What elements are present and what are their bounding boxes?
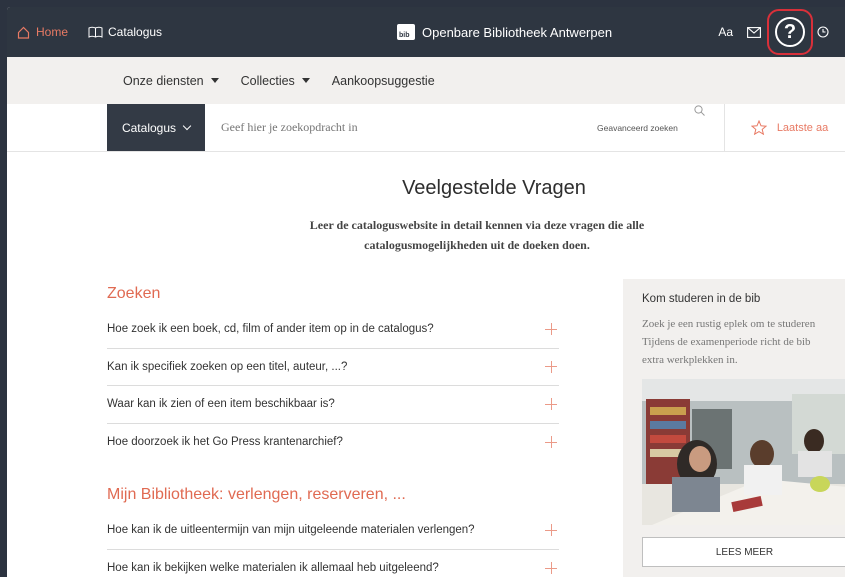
- advanced-search-link[interactable]: Geavanceerd zoeken: [597, 104, 678, 151]
- home-icon: [16, 25, 30, 39]
- library-logo-icon: bib: [397, 24, 415, 40]
- section-heading: Mijn Bibliotheek: verlengen, reserveren,…: [107, 486, 406, 503]
- nav-item-collecties[interactable]: Collecties: [241, 74, 310, 88]
- nav-item-aankoopsuggestie[interactable]: Aankoopsuggestie: [332, 74, 435, 88]
- font-size-button[interactable]: Aa: [718, 25, 733, 39]
- browser-page: Home Catalogus bib Openbare Bibliotheek …: [7, 7, 845, 577]
- page-title: Veelgestelde Vragen: [402, 177, 586, 199]
- faq-question[interactable]: Hoe zoek ik een boek, cd, film of ander …: [107, 311, 559, 349]
- promo-title: Kom studeren in de bib: [642, 293, 761, 305]
- faq-question[interactable]: Hoe kan ik bekijken welke materialen ik …: [107, 550, 559, 577]
- nav-item-onze-diensten[interactable]: Onze diensten: [123, 74, 219, 88]
- page-subtitle: Leer de catalogus­website in detail kenn…: [309, 218, 645, 252]
- promo-sidebar: Kom studeren in de bib Zoek je een rusti…: [623, 279, 845, 577]
- divider: [723, 104, 725, 151]
- students-studying-photo: [642, 379, 845, 525]
- catalogus-link[interactable]: Catalogus: [88, 25, 162, 39]
- caret-down-icon: [301, 78, 310, 83]
- search-scope-dropdown[interactable]: Catalogus: [107, 104, 205, 151]
- faq-question[interactable]: Hoe doorzoek ik het Go Press krantenarch…: [107, 424, 559, 462]
- star-icon: [750, 120, 767, 135]
- plus-icon[interactable]: [545, 323, 557, 336]
- site-brand[interactable]: bib Openbare Bibliotheek Antwerpen: [397, 7, 612, 57]
- plus-icon[interactable]: [545, 360, 557, 373]
- mail-icon[interactable]: [747, 26, 761, 38]
- plus-icon[interactable]: [545, 436, 557, 449]
- caret-down-icon: [210, 78, 219, 83]
- home-label: Home: [36, 25, 69, 39]
- help-icon: ?: [775, 17, 805, 47]
- site-title: Openbare Bibliotheek Antwerpen: [422, 24, 613, 40]
- recent-searches-link[interactable]: Laatste aa: [750, 104, 828, 151]
- search-input[interactable]: [205, 104, 597, 151]
- read-more-button[interactable]: LEES MEER: [642, 537, 845, 567]
- plus-icon[interactable]: [545, 524, 557, 537]
- home-link[interactable]: Home: [16, 25, 68, 39]
- plus-icon[interactable]: [545, 562, 557, 575]
- faq-section-mijn-bibliotheek: Mijn Bibliotheek: verlengen, reserveren,…: [107, 486, 559, 577]
- top-bar-actions: Aa ?: [718, 7, 845, 57]
- search-icon[interactable]: [694, 104, 706, 116]
- search-bar: Catalogus Geavanceerd zoeken Laatste aa: [7, 104, 845, 152]
- faq-question[interactable]: Kan ik specifiek zoeken op een titel, au…: [107, 349, 559, 386]
- chevron-down-icon: [182, 121, 192, 131]
- catalogus-label: Catalogus: [108, 25, 163, 39]
- plus-icon[interactable]: [545, 398, 557, 411]
- history-clock-icon[interactable]: [817, 26, 829, 38]
- faq-question[interactable]: Waar kan ik zien of een item beschikbaar…: [107, 386, 559, 424]
- faq-question[interactable]: Hoe kan ik de uitleentermijn van mijn ui…: [107, 512, 559, 550]
- top-bar: Home Catalogus bib Openbare Bibliotheek …: [7, 7, 845, 57]
- main-content: Veelgestelde Vragen Leer de catalogus­we…: [7, 152, 845, 577]
- faq-section-zoeken: Zoeken Hoe zoek ik een boek, cd, film of…: [107, 285, 559, 461]
- main-navigation: Onze diensten Collecties Aankoopsuggesti…: [7, 57, 845, 104]
- promo-text: Zoek je een rustig eplek om te studeren …: [642, 318, 816, 366]
- book-icon: [88, 26, 103, 38]
- section-heading: Zoeken: [107, 285, 161, 302]
- help-button[interactable]: ?: [767, 9, 813, 55]
